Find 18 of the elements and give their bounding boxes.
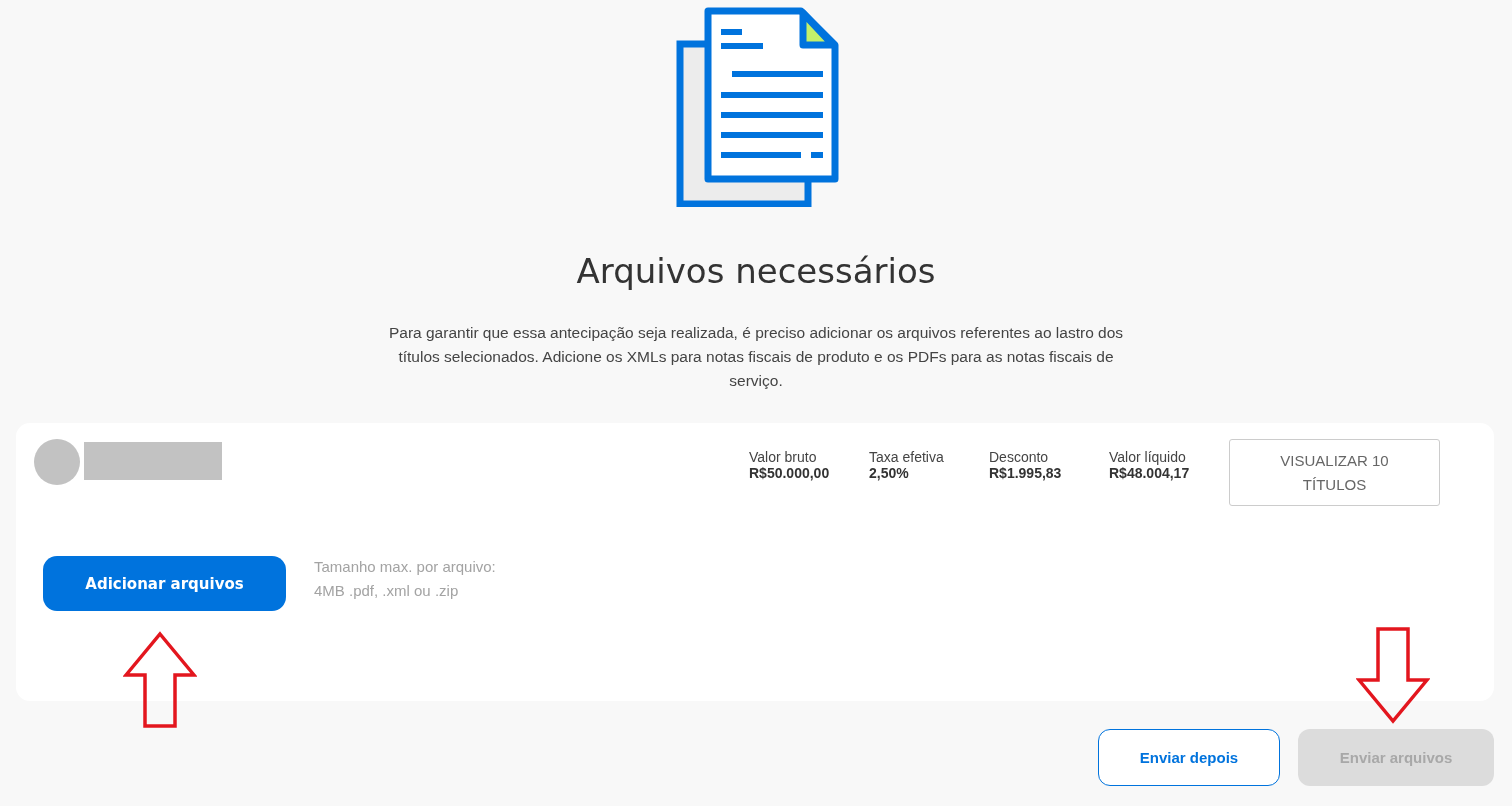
summary-label: Taxa efetiva [869,449,945,465]
page-title: Arquivos necessários [576,251,936,291]
send-later-button[interactable]: Enviar depois [1098,729,1280,786]
summary-label: Valor bruto [749,449,818,465]
up-arrow-icon [123,631,197,729]
down-arrow-icon [1356,626,1430,724]
avatar-placeholder [34,439,80,485]
summary-value: R$48.004,17 [1109,465,1191,481]
summary-value: R$50.000,00 [749,465,831,481]
upload-hint: Tamanho max. por arquivo: [314,557,496,577]
view-titles-button[interactable]: VISUALIZAR 10 TÍTULOS [1229,439,1440,506]
description-text: Para garantir que essa antecipação seja realizada, é preciso adicionar os arquivos referentes ao lastro dos títulos selecionados. Adicione os XMLs para notas fiscais de produto e os PDFs para as notas fiscais de serviço. [387,323,1125,391]
add-files-button[interactable]: Adicionar arquivos [43,556,286,611]
upload-hint: 4MB .pdf, .xml ou .zip [314,581,460,601]
summary-label: Valor líquido [1109,449,1187,465]
summary-value: R$1.995,83 [989,465,1063,481]
summary-label: Desconto [989,449,1050,465]
summary-value: 2,50% [869,465,910,481]
